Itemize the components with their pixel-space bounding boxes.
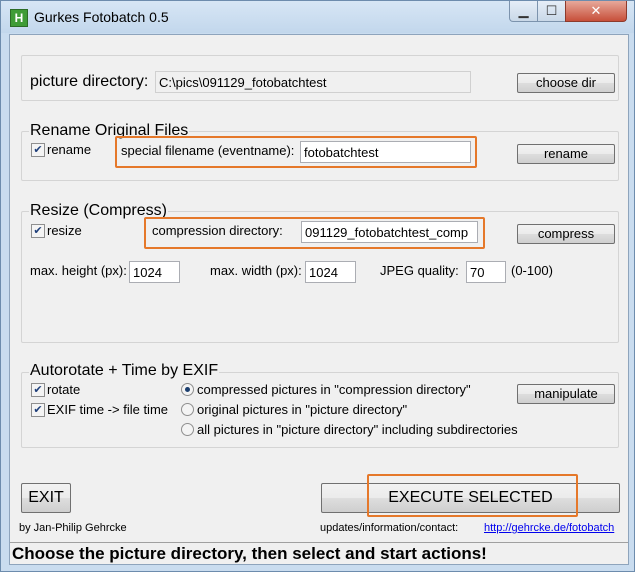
rename-button[interactable]: rename [517,144,615,164]
title-bar[interactable]: H Gurkes Fotobatch 0.5 ▁ ☐ ✕ [1,1,634,33]
website-link[interactable]: http://gehrcke.de/fotobatch [484,522,614,534]
resize-checkbox-label: resize [47,223,82,238]
client-area: picture directory: C:\pics\091129_fotoba… [9,34,629,565]
radio-original-pictures[interactable] [181,403,194,416]
compress-button[interactable]: compress [517,224,615,244]
resize-checkbox[interactable]: ✔ [31,224,45,238]
compression-directory-input[interactable]: 091129_fotobatchtest_comp [301,221,478,243]
rename-checkbox-label: rename [47,142,92,157]
rotate-checkbox-label: rotate [47,382,81,397]
jpeg-quality-range: (0-100) [511,263,553,278]
radio-all-pictures-label: all pictures in "picture directory" incl… [197,422,518,437]
picture-directory-field[interactable]: C:\pics\091129_fotobatchtest [155,71,471,93]
close-button[interactable]: ✕ [565,1,627,22]
special-filename-input[interactable]: fotobatchtest [300,141,471,163]
manipulate-button[interactable]: manipulate [517,384,615,404]
status-bar: Choose the picture directory, then selec… [10,542,628,564]
max-width-label: max. width (px): [210,263,302,278]
app-icon: H [10,9,28,27]
rotate-checkbox[interactable]: ✔ [31,383,45,397]
max-height-input[interactable]: 1024 [129,261,180,283]
max-height-label: max. height (px): [30,263,127,278]
radio-all-pictures[interactable] [181,423,194,436]
max-width-input[interactable]: 1024 [305,261,356,283]
special-filename-label: special filename (eventname): [121,143,295,158]
radio-compressed-pictures[interactable] [181,383,194,396]
exit-button[interactable]: EXIT [21,483,71,513]
author-credit: by Jan-Philip Gehrcke [19,522,127,534]
minimize-button[interactable]: ▁ [509,1,538,22]
main-window: H Gurkes Fotobatch 0.5 ▁ ☐ ✕ picture dir… [0,0,635,572]
contact-label: updates/information/contact: [320,522,459,534]
exif-group-title: Autorotate + Time by EXIF [29,362,220,380]
picture-directory-label: picture directory: [30,73,149,90]
choose-dir-button[interactable]: choose dir [517,73,615,93]
exif-time-checkbox[interactable]: ✔ [31,403,45,417]
window-title: Gurkes Fotobatch 0.5 [34,9,169,25]
exif-time-checkbox-label: EXIF time -> file time [47,402,168,417]
radio-compressed-pictures-label: compressed pictures in "compression dire… [197,382,471,397]
rename-checkbox[interactable]: ✔ [31,143,45,157]
jpeg-quality-label: JPEG quality: [380,263,459,278]
maximize-button[interactable]: ☐ [537,1,566,22]
compression-directory-label: compression directory: [152,223,283,238]
jpeg-quality-input[interactable]: 70 [466,261,506,283]
execute-highlight-box [367,474,578,517]
radio-original-pictures-label: original pictures in "picture directory" [197,402,408,417]
